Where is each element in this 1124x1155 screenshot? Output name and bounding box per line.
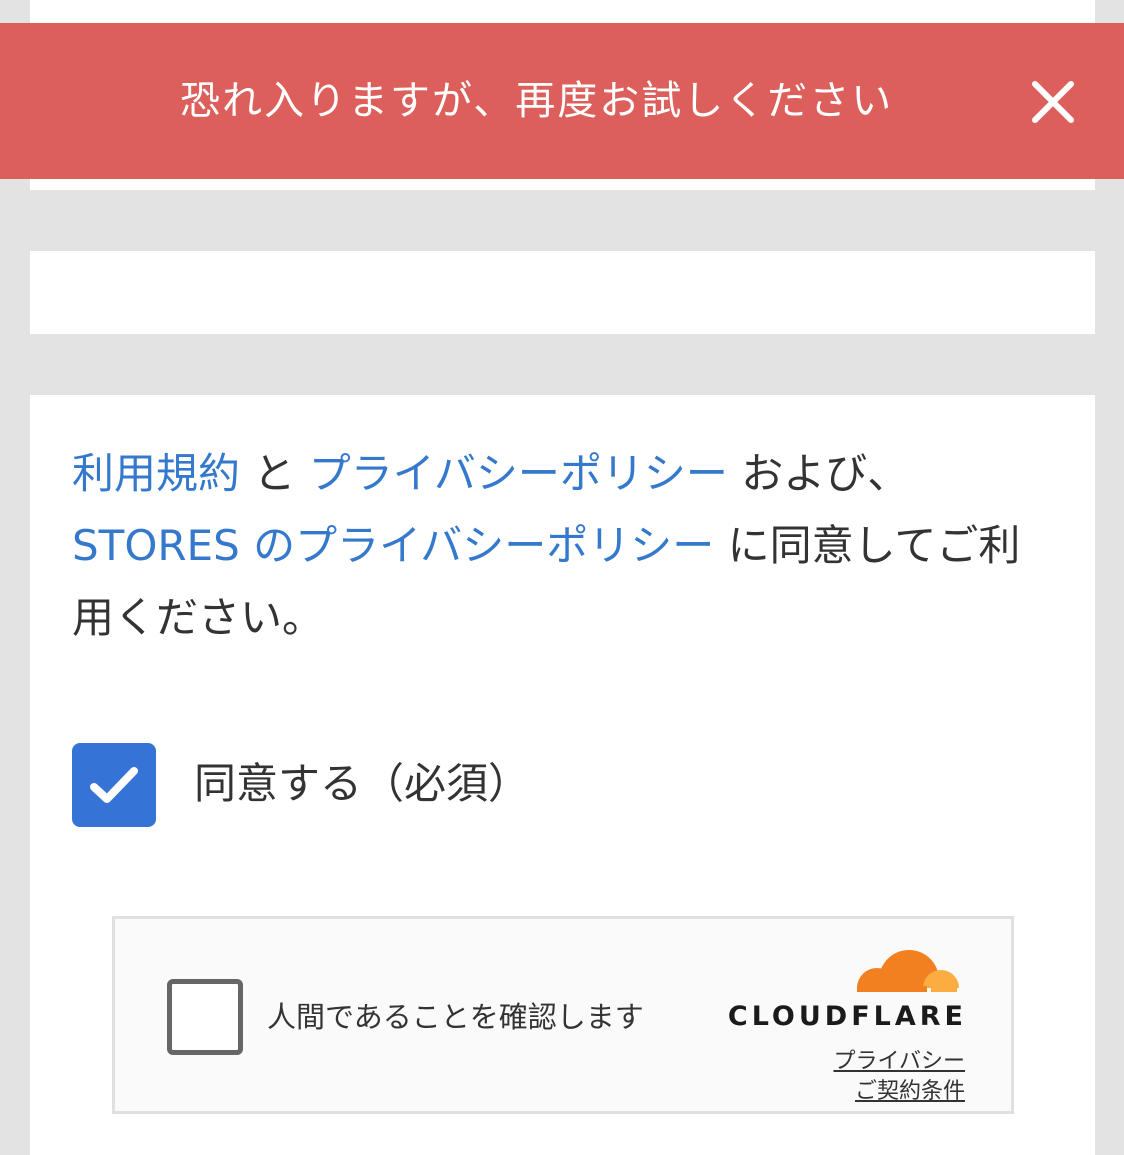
cloudflare-cloud-icon — [851, 950, 959, 1008]
cloudflare-terms-link[interactable]: ご契約条件 — [855, 1073, 965, 1105]
terms-of-service-link[interactable]: 利用規約 — [72, 449, 240, 498]
error-toast-message: 恐れ入りますが、再度お試しください — [180, 78, 894, 124]
terms-connector-and: および、 — [727, 449, 910, 498]
error-toast: 恐れ入りますが、再度お試しください — [0, 23, 1124, 179]
human-verification-label: 人間であることを確認します — [267, 1000, 644, 1034]
cloudflare-wordmark: CLOUDFLARE — [727, 1001, 967, 1032]
human-verification-checkbox[interactable] — [167, 979, 243, 1055]
cloudflare-privacy-link[interactable]: プライバシー — [833, 1043, 965, 1075]
check-icon — [90, 767, 138, 803]
privacy-policy-link[interactable]: プライバシーポリシー — [309, 449, 728, 498]
agree-checkbox-label[interactable]: 同意する（必須） — [194, 748, 530, 820]
cloudflare-turnstile-widget: 人間であることを確認します CLOUDFLARE プライバシー ご契約条件 — [112, 916, 1014, 1114]
stores-privacy-policy-link[interactable]: STORES のプライバシーポリシー — [72, 521, 714, 570]
terms-connector-to: と — [240, 449, 309, 498]
terms-consent-text: 利用規約 と プライバシーポリシー および、 STORES のプライバシーポリシー… — [72, 438, 1062, 654]
form-panel-empty — [30, 251, 1095, 334]
agree-checkbox[interactable] — [72, 743, 156, 827]
close-icon[interactable] — [1026, 75, 1080, 129]
